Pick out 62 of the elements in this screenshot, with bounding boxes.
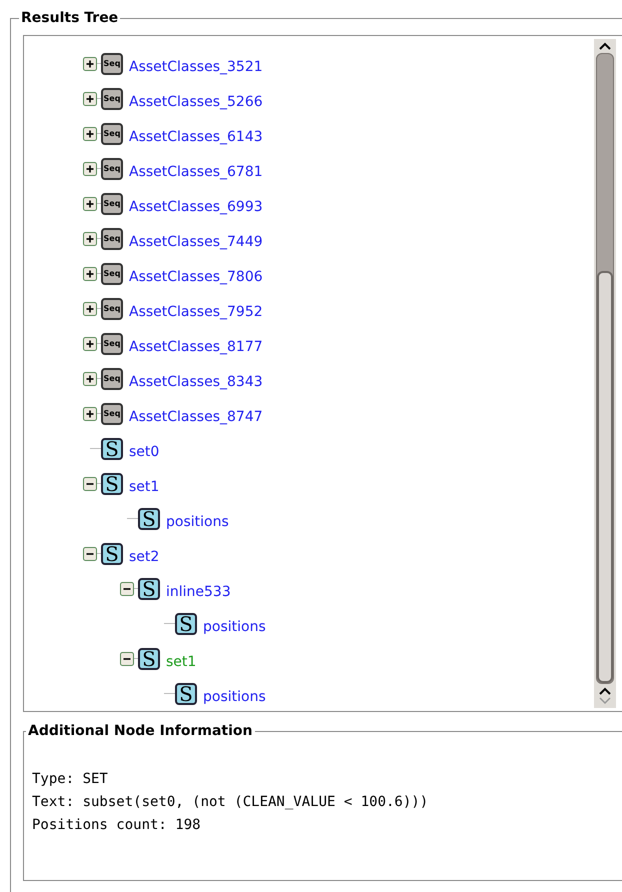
collapse-icon[interactable] [83, 476, 97, 490]
tree-node-label[interactable]: AssetClasses_7952 [129, 302, 263, 323]
tree-node-label[interactable]: AssetClasses_6781 [129, 162, 263, 183]
tree-node-label[interactable]: AssetClasses_8343 [129, 372, 263, 393]
tree-node-label[interactable]: AssetClasses_8747 [129, 407, 263, 428]
expand-icon[interactable] [83, 196, 97, 210]
collapse-icon[interactable] [83, 546, 97, 560]
expand-icon[interactable] [83, 266, 97, 280]
tree-node-label[interactable]: AssetClasses_7806 [129, 267, 263, 288]
expand-icon[interactable] [83, 372, 97, 386]
tree-node-label[interactable]: set0 [129, 442, 160, 463]
set-icon: S [138, 508, 160, 530]
set-icon: S [175, 682, 197, 704]
expand-icon[interactable] [83, 336, 97, 350]
sequence-icon: Seq [101, 192, 123, 214]
expand-icon[interactable] [83, 56, 97, 70]
set-icon: S [101, 542, 123, 564]
set-icon: S [138, 648, 160, 670]
set-icon: S [175, 612, 197, 634]
set-icon: S [101, 438, 123, 460]
collapse-icon[interactable] [120, 652, 134, 666]
panel-title: Results Tree [20, 9, 120, 28]
expand-icon[interactable] [83, 162, 97, 176]
sequence-icon: Seq [101, 298, 123, 320]
info-line: Text: subset(set0, (not (CLEAN_VALUE < 100.6))) [32, 793, 430, 812]
tree-node-label[interactable]: positions [166, 512, 229, 533]
sequence-icon: Seq [101, 332, 123, 354]
tree-node-label[interactable]: AssetClasses_5266 [129, 92, 263, 113]
expand-icon[interactable] [83, 232, 97, 246]
sequence-icon: Seq [101, 122, 123, 144]
tree-node-label[interactable]: AssetClasses_7449 [129, 232, 263, 253]
tree-node-label[interactable]: inline533 [166, 582, 231, 603]
tree-node-label[interactable]: set1 [166, 652, 196, 673]
expand-icon[interactable] [83, 406, 97, 420]
sequence-icon: Seq [101, 52, 123, 74]
tree-node-label[interactable]: AssetClasses_8177 [129, 337, 263, 358]
scrollbar[interactable] [594, 39, 616, 708]
tree-node-label[interactable]: AssetClasses_6143 [129, 127, 263, 148]
tree-node-label[interactable]: positions [203, 687, 266, 708]
tree-node-label[interactable]: positions [203, 617, 266, 638]
sequence-icon: Seq [101, 368, 123, 390]
info-line: Type: SET [32, 770, 109, 789]
sequence-icon: Seq [101, 158, 123, 180]
scroll-up-icon[interactable] [598, 686, 612, 696]
expand-icon[interactable] [83, 126, 97, 140]
tree-node-label[interactable]: AssetClasses_3521 [129, 57, 263, 78]
scroll-up-icon[interactable] [598, 41, 612, 51]
tree-node-label[interactable]: AssetClasses_6993 [129, 197, 263, 218]
panel-title: Additional Node Information [27, 722, 254, 741]
sequence-icon: Seq [101, 228, 123, 250]
collapse-icon[interactable] [120, 582, 134, 596]
info-line: Positions count: 198 [32, 816, 202, 835]
sequence-icon: Seq [101, 88, 123, 110]
set-icon: S [101, 472, 123, 494]
set-icon: S [138, 578, 160, 600]
tree-node-label[interactable]: set2 [129, 547, 160, 568]
sequence-icon: Seq [101, 262, 123, 284]
expand-icon[interactable] [83, 92, 97, 106]
scrollbar-thumb[interactable] [597, 271, 613, 683]
tree-node-label[interactable]: set1 [129, 477, 160, 498]
sequence-icon: Seq [101, 402, 123, 424]
expand-icon[interactable] [83, 302, 97, 316]
